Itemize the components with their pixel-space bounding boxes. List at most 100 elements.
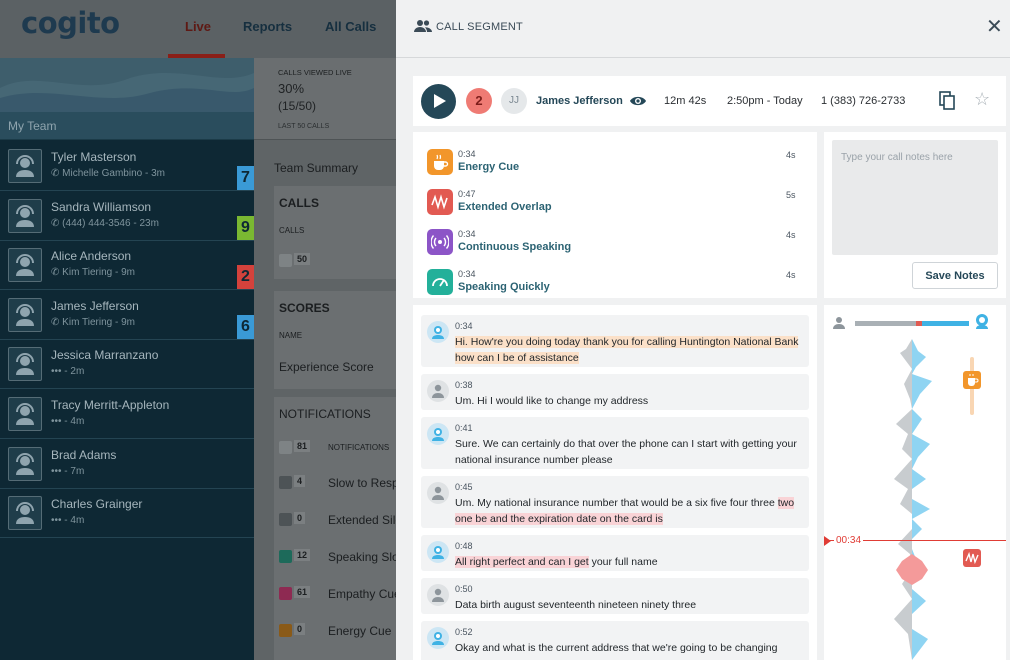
call-time: 2:50pm - Today bbox=[727, 95, 803, 107]
agent-status-glyph: ✆ bbox=[51, 217, 63, 229]
customer-icon bbox=[432, 384, 444, 398]
headset-icon bbox=[16, 254, 34, 277]
message-text: Data birth august seventeenth nineteen n… bbox=[455, 597, 800, 613]
energy-cue-marker[interactable] bbox=[963, 371, 981, 389]
event-item[interactable]: 0:34 Speaking Quickly 4s bbox=[425, 267, 805, 297]
message-text-part: Um. My national insurance number that wo… bbox=[455, 497, 778, 509]
notification-type-icon bbox=[279, 513, 292, 526]
agent-status: phone-icon✆ (444) 444-3546 - 23m bbox=[51, 218, 159, 229]
agent-row[interactable]: Tracy Merritt-Appleton dots-icon••• - 4m bbox=[0, 389, 254, 439]
transcript-message[interactable]: 0:52 Okay and what is the current address… bbox=[421, 621, 809, 660]
agent-headset-icon bbox=[976, 314, 988, 329]
notification-count: 4 bbox=[294, 475, 306, 487]
stat-ratio: (15/50) bbox=[278, 99, 317, 113]
agent-row[interactable]: Sandra Williamson phone-icon✆ (444) 444-3… bbox=[0, 191, 254, 241]
calls-viewed-card: CALLS VIEWED LIVE 30% (15/50) LAST 50 CA… bbox=[254, 58, 396, 140]
agent-name[interactable]: James Jefferson bbox=[536, 95, 623, 107]
nav-tab-live[interactable]: Live bbox=[185, 19, 211, 34]
team-sidebar: My Team Tyler Masterson phone-icon✆ Miche… bbox=[0, 58, 254, 660]
agent-name: Jessica Marranzano bbox=[51, 348, 159, 363]
agent-status-glyph: ✆ bbox=[51, 316, 63, 328]
event-duration: 4s bbox=[786, 150, 796, 160]
agent-headset-icon bbox=[432, 632, 444, 645]
coffee-icon bbox=[968, 374, 979, 386]
eye-icon[interactable] bbox=[629, 94, 647, 108]
customer-avatar bbox=[427, 584, 449, 606]
notifications-card-title: NOTIFICATIONS bbox=[279, 407, 371, 421]
call-phone: 1 (383) 726-2733 bbox=[821, 95, 906, 107]
stat-period: LAST 50 CALLS bbox=[278, 123, 330, 130]
agent-name: Brad Adams bbox=[51, 447, 117, 462]
agent-status: phone-icon✆ Kim Tiering - 9m bbox=[51, 317, 135, 328]
star-icon[interactable]: ☆ bbox=[974, 90, 990, 108]
speedometer-icon bbox=[427, 269, 453, 295]
agent-status-text: - 2m bbox=[64, 366, 85, 378]
transcript-message[interactable]: 0:48 All right perfect and can I get your… bbox=[421, 535, 809, 571]
transcript-message[interactable]: 0:41 Sure. We can certainly do that over … bbox=[421, 417, 809, 469]
agent-row[interactable]: Charles Grainger dots-icon••• - 4m bbox=[0, 488, 254, 539]
waveform-graphic bbox=[894, 339, 932, 660]
notification-label: Speaking Slow bbox=[328, 550, 396, 564]
message-text-part: Sure. We can certainly do that over the … bbox=[455, 438, 797, 466]
agent-name: Tyler Masterson bbox=[51, 150, 137, 164]
agent-status-glyph: ••• bbox=[51, 465, 65, 477]
scores-card: SCORES NAME Experience Score bbox=[274, 291, 396, 389]
copy-icon[interactable] bbox=[939, 91, 955, 110]
agent-status-text: (444) 444-3546 - 23m bbox=[62, 217, 159, 229]
headset-icon bbox=[16, 303, 34, 326]
transcript-message[interactable]: 0:34 Hi. How're you doing today thank you… bbox=[421, 315, 809, 367]
agent-avatar bbox=[8, 446, 42, 481]
experience-score-row[interactable]: Experience Score bbox=[279, 360, 374, 374]
agent-notification-badge: 9 bbox=[237, 215, 254, 240]
message-text: All right perfect and can I get your ful… bbox=[455, 554, 800, 570]
message-time: 0:41 bbox=[455, 423, 473, 433]
play-button[interactable] bbox=[421, 84, 456, 119]
nav-tab-reports[interactable]: Reports bbox=[243, 19, 292, 34]
call-notes-input[interactable]: Type your call notes here bbox=[832, 140, 998, 255]
event-time: 0:34 bbox=[458, 149, 476, 159]
agent-row[interactable]: Tyler Masterson phone-icon✆ Michelle Gamb… bbox=[0, 141, 254, 191]
my-team-header: My Team bbox=[0, 112, 254, 140]
agent-row[interactable]: James Jefferson phone-icon✆ Kim Tiering -… bbox=[0, 290, 254, 340]
scores-name-label: NAME bbox=[279, 331, 303, 340]
dashboard-main: CALLS VIEWED LIVE 30% (15/50) LAST 50 CA… bbox=[254, 58, 396, 660]
notification-type-icon bbox=[279, 476, 292, 489]
headset-icon bbox=[16, 403, 34, 425]
agent-name: Alice Anderson bbox=[51, 249, 132, 264]
transcript-message[interactable]: 0:50 Data birth august seventeenth ninete… bbox=[421, 578, 809, 614]
headset-icon bbox=[16, 502, 34, 525]
event-time: 0:47 bbox=[458, 189, 476, 199]
event-duration: 4s bbox=[786, 270, 796, 280]
event-item[interactable]: 0:34 Continuous Speaking 4s bbox=[425, 227, 805, 257]
message-text: Hi. How're you doing today thank you for… bbox=[455, 334, 800, 366]
overlap-marker[interactable] bbox=[963, 549, 981, 567]
agent-status: dots-icon••• - 7m bbox=[51, 466, 84, 477]
nav-tab-all-calls[interactable]: All Calls bbox=[325, 19, 376, 34]
event-item[interactable]: 0:34 Energy Cue 4s bbox=[425, 147, 805, 177]
close-icon[interactable]: ✕ bbox=[986, 17, 1003, 37]
agent-avatar bbox=[8, 397, 42, 431]
transcript-message[interactable]: 0:38 Um. Hi I would like to change my add… bbox=[421, 374, 809, 410]
headset-icon bbox=[16, 452, 34, 475]
agent-status-glyph: ✆ bbox=[51, 168, 63, 179]
agent-row[interactable]: Jessica Marranzano dots-icon••• - 2m bbox=[0, 339, 254, 390]
message-time: 0:48 bbox=[455, 541, 473, 551]
agent-status: dots-icon••• - 4m bbox=[51, 416, 84, 427]
my-team-label: My Team bbox=[8, 119, 57, 133]
agent-row[interactable]: Alice Anderson phone-icon✆ Kim Tiering - … bbox=[0, 240, 254, 291]
agent-status-text: Michelle Gambino - 3m bbox=[62, 168, 165, 179]
notification-label: Empathy Cue bbox=[328, 587, 396, 601]
calls-card: CALLS CALLS 50 bbox=[274, 186, 396, 279]
agent-status-glyph: ••• bbox=[51, 515, 65, 527]
calls-card-title: CALLS bbox=[279, 196, 319, 210]
agent-avatar bbox=[427, 321, 449, 343]
notification-count: 0 bbox=[294, 512, 306, 524]
save-notes-button[interactable]: Save Notes bbox=[912, 262, 998, 289]
transcript-message[interactable]: 0:45 Um. My national insurance number tha… bbox=[421, 476, 809, 528]
overlap-icon bbox=[965, 551, 979, 565]
agent-row[interactable]: Brad Adams dots-icon••• - 7m bbox=[0, 439, 254, 489]
agent-status-text: - 4m bbox=[64, 416, 85, 427]
playhead-arrow-icon[interactable] bbox=[824, 536, 831, 546]
calls-column-label: CALLS bbox=[279, 226, 305, 235]
event-item[interactable]: 0:47 Extended Overlap 5s bbox=[425, 187, 805, 217]
